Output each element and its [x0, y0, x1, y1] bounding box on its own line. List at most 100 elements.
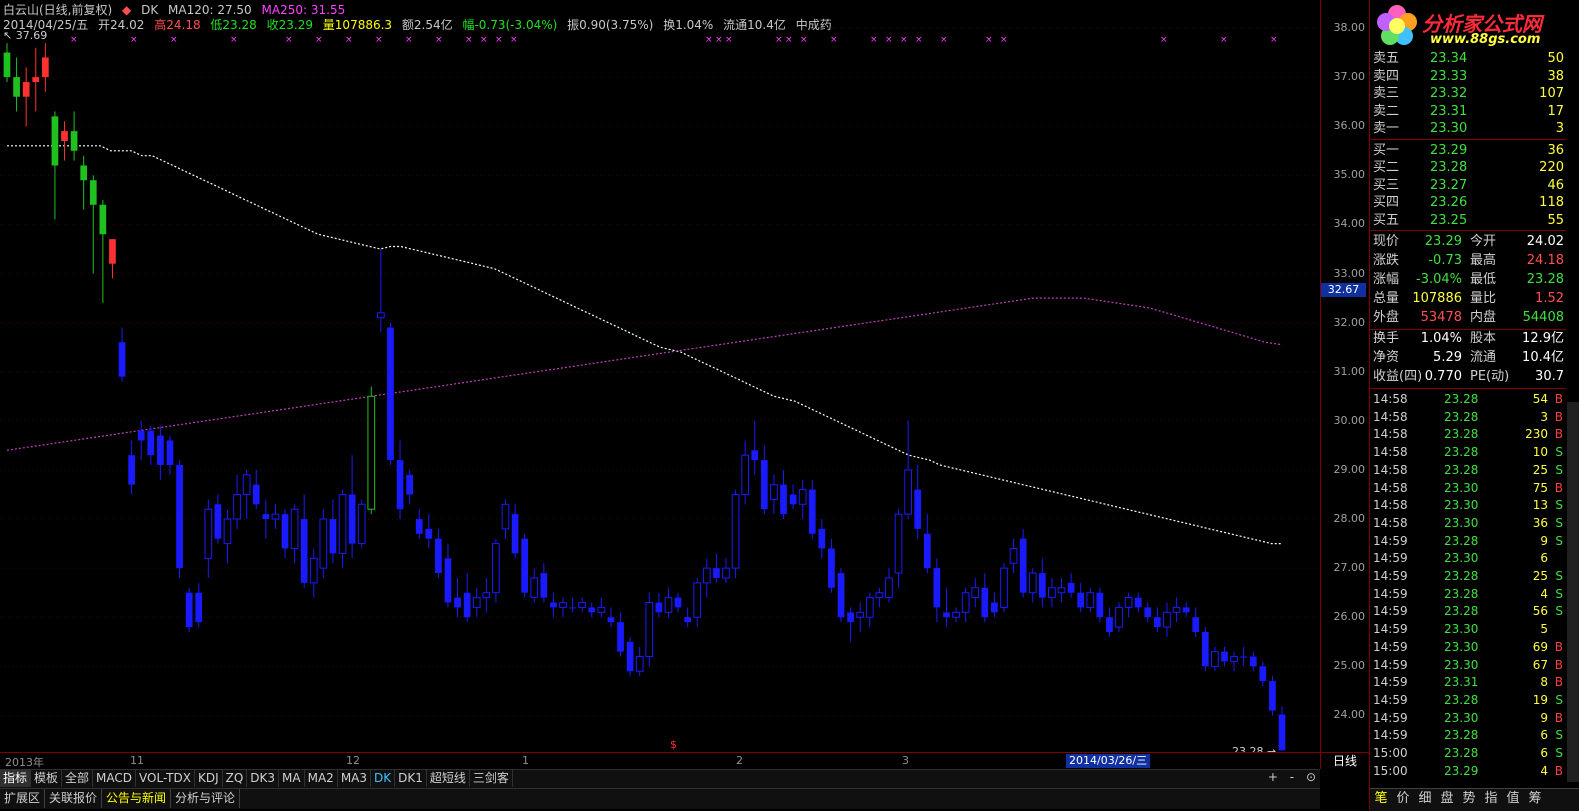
- candle[interactable]: [1221, 646, 1228, 667]
- event-marker[interactable]: ×: [1160, 35, 1168, 45]
- candle[interactable]: [1106, 607, 1113, 637]
- candle[interactable]: [904, 420, 912, 520]
- candle[interactable]: [1067, 573, 1075, 598]
- candle[interactable]: [828, 538, 835, 593]
- candle[interactable]: [530, 568, 539, 603]
- candle[interactable]: [741, 440, 750, 505]
- candle[interactable]: [195, 582, 203, 628]
- candle[interactable]: [713, 553, 720, 583]
- candle[interactable]: [185, 587, 193, 632]
- candle[interactable]: [1182, 602, 1190, 618]
- candle[interactable]: [865, 592, 874, 628]
- candle[interactable]: [1057, 577, 1066, 603]
- right-tab-4[interactable]: 势: [1458, 789, 1480, 809]
- price-scale[interactable]: 38.00 37.00 36.00 35.00 34.00 33.00 32.00 31.00…: [1320, 0, 1369, 752]
- candle[interactable]: [952, 607, 960, 623]
- tab-7[interactable]: DK3: [247, 770, 280, 787]
- candle[interactable]: [847, 607, 854, 642]
- event-marker[interactable]: ×: [510, 35, 518, 45]
- candle[interactable]: [617, 612, 624, 657]
- candle[interactable]: [99, 199, 107, 303]
- period-label[interactable]: 日线: [1320, 752, 1369, 769]
- candle[interactable]: [1048, 577, 1056, 608]
- candle[interactable]: [463, 573, 471, 623]
- candle[interactable]: [233, 474, 241, 529]
- remove-pane-button[interactable]: -: [1290, 770, 1294, 784]
- candle[interactable]: [80, 155, 88, 210]
- tab-14[interactable]: 三剑客: [470, 770, 513, 787]
- tab-2[interactable]: 全部: [62, 770, 94, 787]
- candle[interactable]: [597, 597, 606, 618]
- candle[interactable]: [559, 597, 567, 618]
- event-marker[interactable]: ×: [900, 35, 908, 45]
- candle[interactable]: [70, 111, 78, 161]
- bottom-tab-2[interactable]: 公告与新闻: [102, 789, 172, 808]
- bottom-tab-1[interactable]: 关联报价: [45, 789, 103, 808]
- candle[interactable]: [961, 587, 970, 623]
- candle[interactable]: [1077, 582, 1085, 613]
- candle[interactable]: [684, 607, 691, 628]
- event-marker[interactable]: ×: [285, 35, 293, 45]
- candle[interactable]: [655, 592, 663, 618]
- event-marker[interactable]: ×: [230, 35, 238, 45]
- candle[interactable]: [1201, 627, 1209, 672]
- candle[interactable]: [319, 509, 328, 578]
- event-marker[interactable]: ×: [985, 35, 993, 45]
- candle[interactable]: [367, 386, 376, 515]
- candle[interactable]: [147, 425, 155, 466]
- candle[interactable]: [41, 43, 49, 92]
- event-marker[interactable]: ×: [940, 35, 948, 45]
- candle[interactable]: [1230, 651, 1238, 672]
- candle[interactable]: [1009, 538, 1018, 574]
- candle[interactable]: [435, 528, 442, 578]
- candle[interactable]: [252, 469, 260, 510]
- candle[interactable]: [991, 592, 998, 618]
- candle[interactable]: [521, 533, 529, 598]
- candle[interactable]: [166, 435, 174, 475]
- event-marker[interactable]: ×: [405, 35, 413, 45]
- candle[interactable]: [818, 519, 826, 559]
- right-tab-1[interactable]: 价: [1392, 789, 1414, 809]
- candle[interactable]: [348, 455, 356, 559]
- candle[interactable]: [444, 543, 452, 608]
- candle[interactable]: [214, 494, 222, 544]
- candle[interactable]: [569, 597, 576, 613]
- candle[interactable]: [22, 67, 30, 127]
- candle[interactable]: [223, 509, 232, 564]
- event-marker[interactable]: ×: [775, 35, 783, 45]
- tab-13[interactable]: 超短线: [427, 770, 470, 787]
- candle[interactable]: [118, 327, 126, 382]
- event-marker[interactable]: ×: [915, 35, 923, 45]
- event-marker[interactable]: ×: [715, 35, 723, 45]
- candle[interactable]: [1019, 528, 1027, 598]
- candle[interactable]: [271, 504, 280, 529]
- candle[interactable]: [176, 460, 183, 578]
- candle[interactable]: [722, 558, 730, 583]
- event-marker[interactable]: ×: [435, 35, 443, 45]
- tab-8[interactable]: MA: [279, 770, 305, 787]
- candle[interactable]: [578, 597, 587, 613]
- event-marker[interactable]: ×: [480, 35, 488, 45]
- right-tab-5[interactable]: 指: [1480, 789, 1502, 809]
- candle[interactable]: [1096, 587, 1104, 623]
- bottom-tab-3[interactable]: 分析与评论: [171, 789, 241, 808]
- tab-10[interactable]: MA3: [338, 770, 372, 787]
- candle[interactable]: [1192, 607, 1200, 637]
- candle[interactable]: [204, 499, 213, 578]
- candle[interactable]: [943, 587, 950, 628]
- event-marker[interactable]: ×: [130, 35, 138, 45]
- candle[interactable]: [875, 587, 884, 608]
- candle[interactable]: [914, 465, 922, 539]
- candle[interactable]: [1240, 646, 1248, 667]
- right-tab-6[interactable]: 值: [1502, 789, 1524, 809]
- candle[interactable]: [109, 239, 116, 279]
- tab-0[interactable]: 指标: [0, 770, 32, 787]
- event-marker[interactable]: ×: [375, 35, 383, 45]
- candle[interactable]: [1211, 646, 1219, 672]
- candle[interactable]: [1278, 706, 1286, 751]
- candle[interactable]: [3, 43, 11, 83]
- ticks-scrollbar[interactable]: [1567, 402, 1579, 782]
- candle[interactable]: [338, 489, 347, 569]
- candle[interactable]: [885, 568, 893, 603]
- candle[interactable]: [1134, 592, 1142, 613]
